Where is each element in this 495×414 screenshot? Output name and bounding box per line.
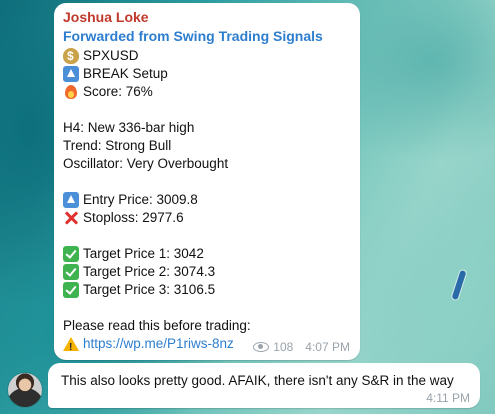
message-line: Target Price 3: 3106.5: [63, 281, 215, 299]
message-link[interactable]: https://wp.me/P1riws-8nz: [83, 335, 234, 353]
message-line-text: Stoploss: 2977.6: [83, 210, 184, 225]
message-line-text: Trend: Strong Bull: [63, 138, 172, 153]
message-line-text: BREAK Setup: [83, 66, 168, 81]
message-line-text: H4: New 336-bar high: [63, 120, 195, 135]
message-line: Target Price 2: 3074.3: [63, 263, 215, 281]
forwarded-message-bubble[interactable]: Joshua Loke Forwarded from Swing Trading…: [54, 3, 360, 360]
message-meta: 4:11 PM: [426, 391, 470, 405]
message-line: Score: 76%: [63, 83, 153, 101]
views-eye-icon: [253, 342, 270, 352]
message-time: 4:07 PM: [305, 340, 350, 354]
message-line: Trend: Strong Bull: [63, 137, 171, 155]
message-line-text: Oscillator: Very Overbought: [63, 156, 229, 171]
check-icon: [63, 246, 79, 262]
message-line: Entry Price: 3009.8: [63, 191, 198, 209]
forwarded-from-label[interactable]: Forwarded from Swing Trading Signals: [63, 28, 323, 44]
message-line: H4: New 336-bar high: [63, 119, 194, 137]
fire-icon: [63, 84, 79, 100]
message-line: https://wp.me/P1riws-8nz: [63, 335, 234, 357]
up-arrow-icon: [63, 192, 79, 208]
message-line: Please read this before trading:: [63, 317, 251, 335]
message-line-text: Score: 76%: [83, 84, 153, 99]
reply-message-bubble[interactable]: This also looks pretty good. AFAIK, ther…: [48, 363, 480, 408]
message-line-text: Target Price 1: 3042: [83, 246, 204, 261]
message-line: Target Price 1: 3042: [63, 245, 204, 263]
warning-icon: [63, 336, 79, 357]
message-meta: 108 4:07 PM: [253, 340, 350, 354]
avatar[interactable]: [8, 373, 42, 407]
message-line: BREAK Setup: [63, 65, 168, 83]
message-line: Oscillator: Very Overbought: [63, 155, 228, 173]
message-text: This also looks pretty good. AFAIK, ther…: [61, 373, 454, 388]
message-line-text: Entry Price: 3009.8: [83, 192, 198, 207]
money-bag-icon: [63, 47, 79, 65]
message-line: SPXUSD: [63, 47, 139, 65]
message-time: 4:11 PM: [426, 391, 470, 405]
message-line-text: Please read this before trading:: [63, 318, 251, 333]
view-count: 108: [273, 340, 294, 354]
message-line-text: Target Price 3: 3106.5: [83, 282, 216, 297]
sender-name[interactable]: Joshua Loke: [63, 9, 149, 25]
check-icon: [63, 282, 79, 298]
message-line-text: SPXUSD: [83, 48, 139, 63]
message-line-text: Target Price 2: 3074.3: [83, 264, 216, 279]
cross-mark-icon: [63, 210, 79, 226]
message-line: Stoploss: 2977.6: [63, 209, 184, 227]
check-icon: [63, 264, 79, 280]
up-arrow-icon: [63, 66, 79, 82]
